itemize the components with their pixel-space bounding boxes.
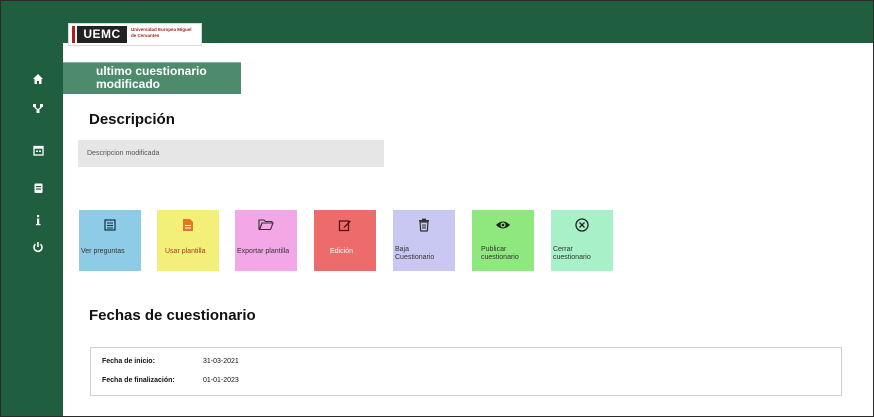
use-template-label: Usar plantilla	[165, 248, 206, 255]
view-questions-label: Ver preguntas	[81, 248, 125, 255]
edit-label: Edición	[330, 248, 353, 255]
end-date-label: Fecha de finalización:	[102, 377, 175, 384]
calendar-icon[interactable]	[31, 145, 45, 159]
logo-accent-bar	[72, 26, 75, 43]
file-icon	[157, 218, 219, 235]
dates-panel: Fecha de inicio: 31-03-2021 Fecha de fin…	[90, 347, 842, 396]
start-date-value: 31-03-2021	[203, 358, 239, 365]
export-template-button[interactable]: Exportar plantilla	[235, 210, 297, 271]
clipboard-icon[interactable]	[31, 182, 45, 196]
publish-questionnaire-button[interactable]: Publicar cuestionario	[472, 210, 534, 271]
home-icon[interactable]	[31, 73, 45, 87]
trash-icon	[393, 218, 455, 235]
description-field[interactable]: Descripcion modificada	[78, 140, 384, 167]
list-icon	[79, 218, 141, 235]
sitemap-icon[interactable]	[31, 102, 45, 116]
edit-button[interactable]: Edición	[314, 210, 376, 271]
close-questionnaire-button[interactable]: Cerrar cuestionario	[551, 210, 613, 271]
close-questionnaire-label: Cerrar cuestionario	[553, 246, 591, 261]
app-window: UEMC Universidad Europea Miguel de Cerva…	[0, 0, 874, 417]
sidebar	[1, 1, 63, 416]
logo-text: UEMC	[77, 26, 127, 43]
start-date-label: Fecha de inicio:	[102, 358, 155, 365]
dates-heading: Fechas de cuestionario	[89, 307, 256, 324]
edit-icon	[314, 218, 376, 235]
uemc-logo[interactable]: UEMC Universidad Europea Miguel de Cerva…	[69, 24, 201, 45]
description-heading: Descripción	[89, 111, 175, 128]
folder-icon	[235, 218, 297, 234]
questionnaire-title: ultimo cuestionario modificado	[96, 64, 207, 91]
end-date-value: 01-01-2023	[203, 377, 239, 384]
logo-subtitle: Universidad Europea Miguel de Cervantes	[131, 27, 192, 38]
questionnaire-title-band: ultimo cuestionario modificado	[63, 62, 241, 94]
publish-questionnaire-label: Publicar cuestionario	[481, 246, 519, 261]
deactivate-questionnaire-button[interactable]: Baja Cuestionario	[393, 210, 455, 271]
view-questions-button[interactable]: Ver preguntas	[79, 210, 141, 271]
export-template-label: Exportar plantilla	[237, 248, 290, 255]
info-icon[interactable]	[31, 214, 45, 228]
deactivate-questionnaire-label: Baja Cuestionario	[395, 246, 435, 261]
power-icon[interactable]	[31, 241, 45, 255]
eye-icon	[472, 218, 534, 234]
use-template-button[interactable]: Usar plantilla	[157, 210, 219, 271]
close-circle-icon	[551, 218, 613, 235]
